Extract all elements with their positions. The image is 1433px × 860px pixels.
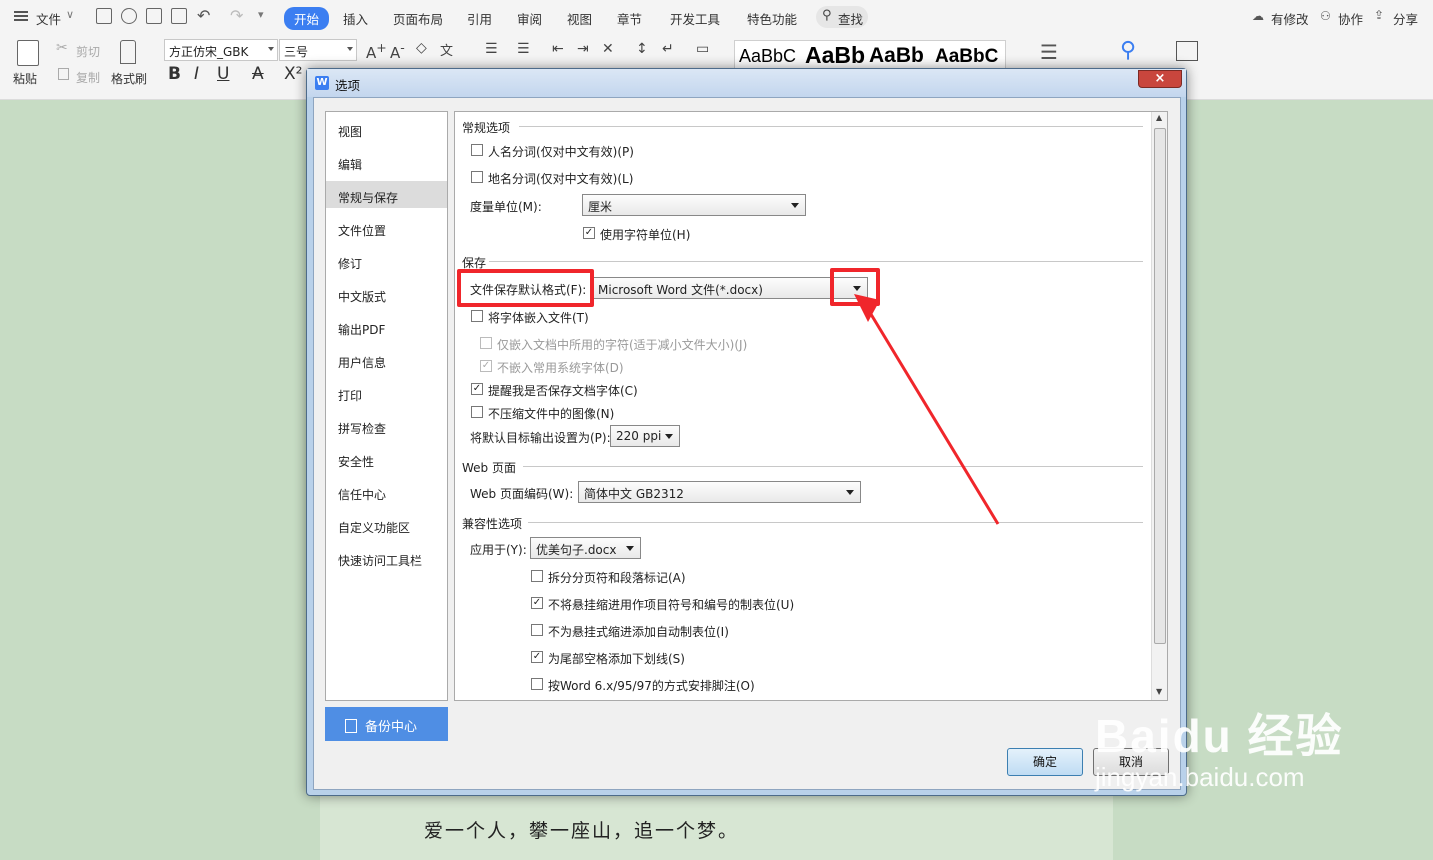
- watermark-url: jingyan.baidu.com: [1095, 762, 1305, 792]
- baidu-watermark: Baidu 经验 jingyan.baidu.com: [1095, 700, 1344, 793]
- watermark-brand: Baidu 经验: [1095, 710, 1344, 762]
